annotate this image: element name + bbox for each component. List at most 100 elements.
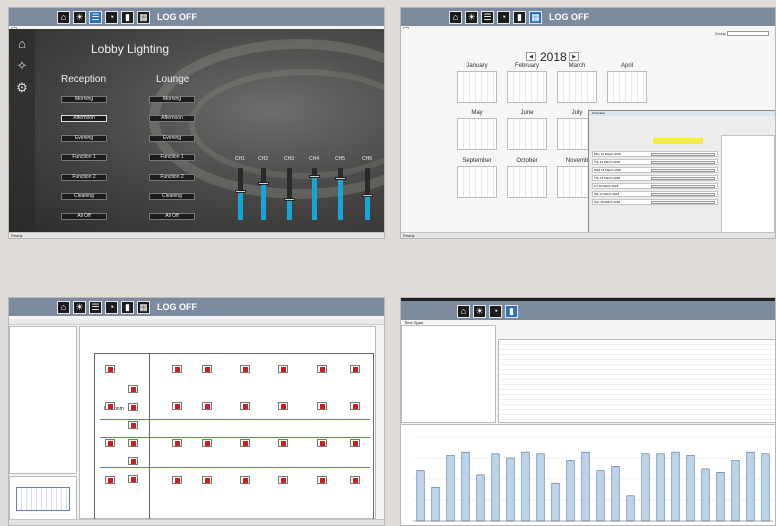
scene-button-afternoon[interactable]: Afternoon	[61, 115, 107, 122]
calendar-icon[interactable]: ▦	[529, 10, 542, 24]
scene-button-morning[interactable]: Morning	[61, 96, 107, 103]
energy-bar[interactable]	[671, 451, 680, 522]
day-row[interactable]: Sat 17 March 2018	[592, 191, 718, 197]
bar-chart-icon[interactable]: ▮	[505, 304, 518, 318]
light-fixture[interactable]	[105, 476, 115, 484]
day-row[interactable]: Sun 18 March 2018	[592, 199, 718, 205]
light-fixture[interactable]	[278, 365, 288, 373]
light-fixture[interactable]	[278, 402, 288, 410]
light-fixture[interactable]	[350, 365, 360, 373]
list-icon[interactable]: ☰	[89, 10, 102, 24]
home-icon[interactable]: ⌂	[57, 10, 70, 24]
light-fixture[interactable]	[172, 439, 182, 447]
bar-chart-icon[interactable]: ▮	[513, 10, 526, 24]
light-fixture[interactable]	[202, 402, 212, 410]
energy-bar[interactable]	[461, 451, 470, 522]
list-icon[interactable]: ☰	[89, 300, 102, 314]
scene-button-function-2[interactable]: Function 2	[61, 174, 107, 181]
group-dropdown[interactable]	[727, 31, 769, 37]
month-day-grid[interactable]	[507, 71, 547, 103]
day-row[interactable]: Wed 14 March 2018	[592, 167, 718, 173]
dial-icon[interactable]: ◔	[105, 10, 118, 24]
scene-button-all-off[interactable]: All Off	[61, 213, 107, 220]
light-fixture[interactable]	[317, 365, 327, 373]
plan-thumbnail[interactable]	[9, 476, 77, 521]
scene-button-function-1[interactable]: Function 1	[149, 154, 195, 161]
gear-icon[interactable]: ⚙	[14, 81, 30, 95]
channel-fader-handle[interactable]	[284, 198, 295, 201]
dial-icon[interactable]: ◔	[489, 304, 502, 318]
energy-bar[interactable]	[521, 451, 530, 522]
light-fixture[interactable]	[172, 365, 182, 373]
scene-button-all-off[interactable]: All Off	[149, 213, 195, 220]
light-fixture[interactable]	[202, 365, 212, 373]
channel-fader-handle[interactable]	[309, 175, 320, 178]
light-fixture[interactable]	[278, 439, 288, 447]
day-schedule-bar[interactable]	[651, 161, 715, 164]
energy-bar[interactable]	[716, 471, 725, 522]
log-off-button[interactable]: LOG OFF	[157, 12, 197, 22]
scene-button-evening[interactable]: Evening	[61, 135, 107, 142]
lightbulb-icon[interactable]: ☀	[465, 10, 478, 24]
previous-year-button[interactable]: ◀	[526, 52, 536, 61]
energy-bar[interactable]	[596, 470, 605, 522]
energy-bar[interactable]	[566, 460, 575, 522]
light-fixture[interactable]	[128, 475, 138, 483]
light-fixture[interactable]	[172, 476, 182, 484]
channel-fader-handle[interactable]	[335, 177, 346, 180]
scene-button-evening[interactable]: Evening	[149, 135, 195, 142]
group-select[interactable]: Group	[715, 31, 769, 37]
scene-button-cleaning[interactable]: Cleaning	[149, 193, 195, 200]
light-fixture[interactable]	[172, 402, 182, 410]
energy-bar[interactable]	[746, 451, 755, 522]
light-fixture[interactable]	[350, 476, 360, 484]
energy-bar[interactable]	[476, 474, 485, 522]
light-fixture[interactable]	[350, 439, 360, 447]
day-schedule-bar[interactable]	[651, 193, 715, 196]
day-schedule-bar[interactable]	[651, 169, 715, 172]
scene-button-function-2[interactable]: Function 2	[149, 174, 195, 181]
day-row[interactable]: Thu 15 March 2018	[592, 175, 718, 181]
light-fixture[interactable]	[317, 439, 327, 447]
day-schedule-bar[interactable]	[651, 153, 715, 156]
month-day-grid[interactable]	[507, 166, 547, 198]
energy-bar[interactable]	[506, 457, 515, 522]
energy-bar[interactable]	[491, 453, 500, 522]
home-icon[interactable]: ⌂	[57, 300, 70, 314]
list-icon[interactable]: ☰	[481, 10, 494, 24]
log-off-button[interactable]: LOG OFF	[549, 12, 589, 22]
light-fixture[interactable]	[105, 365, 115, 373]
energy-bar[interactable]	[701, 468, 710, 522]
energy-bar[interactable]	[626, 495, 635, 522]
energy-bar[interactable]	[431, 487, 440, 522]
calendar-icon[interactable]: ▦	[137, 300, 150, 314]
month-day-grid[interactable]	[507, 118, 547, 150]
light-fixture[interactable]	[240, 365, 250, 373]
lightbulb-icon[interactable]: ☀	[73, 10, 86, 24]
energy-bar[interactable]	[656, 453, 665, 522]
month-day-grid[interactable]	[457, 71, 497, 103]
energy-bar[interactable]	[641, 453, 650, 522]
channel-fader-handle[interactable]	[362, 194, 373, 197]
scene-button-function-1[interactable]: Function 1	[61, 154, 107, 161]
lightbulb-icon[interactable]: ☀	[73, 300, 86, 314]
month-day-grid[interactable]	[607, 71, 647, 103]
lightbulb-icon[interactable]: ☀	[473, 304, 486, 318]
bar-chart-icon[interactable]: ▮	[121, 300, 134, 314]
light-fixture[interactable]	[240, 476, 250, 484]
month-day-grid[interactable]	[457, 118, 497, 150]
light-fixture[interactable]	[105, 402, 115, 410]
lightbulb-icon[interactable]: ✧	[14, 59, 30, 73]
light-fixture[interactable]	[240, 439, 250, 447]
energy-bar[interactable]	[611, 466, 620, 522]
next-year-button[interactable]: ▶	[569, 52, 579, 61]
light-fixture[interactable]	[350, 402, 360, 410]
energy-bar[interactable]	[731, 460, 740, 522]
light-fixture[interactable]	[105, 439, 115, 447]
scene-button-afternoon[interactable]: Afternoon	[149, 115, 195, 122]
thumbnail-viewport[interactable]	[16, 487, 70, 511]
dial-icon[interactable]: ◔	[497, 10, 510, 24]
energy-bar[interactable]	[551, 482, 560, 522]
day-row[interactable]: Tue 13 March 2018	[592, 159, 718, 165]
day-row[interactable]: Fri 16 March 2018	[592, 183, 718, 189]
